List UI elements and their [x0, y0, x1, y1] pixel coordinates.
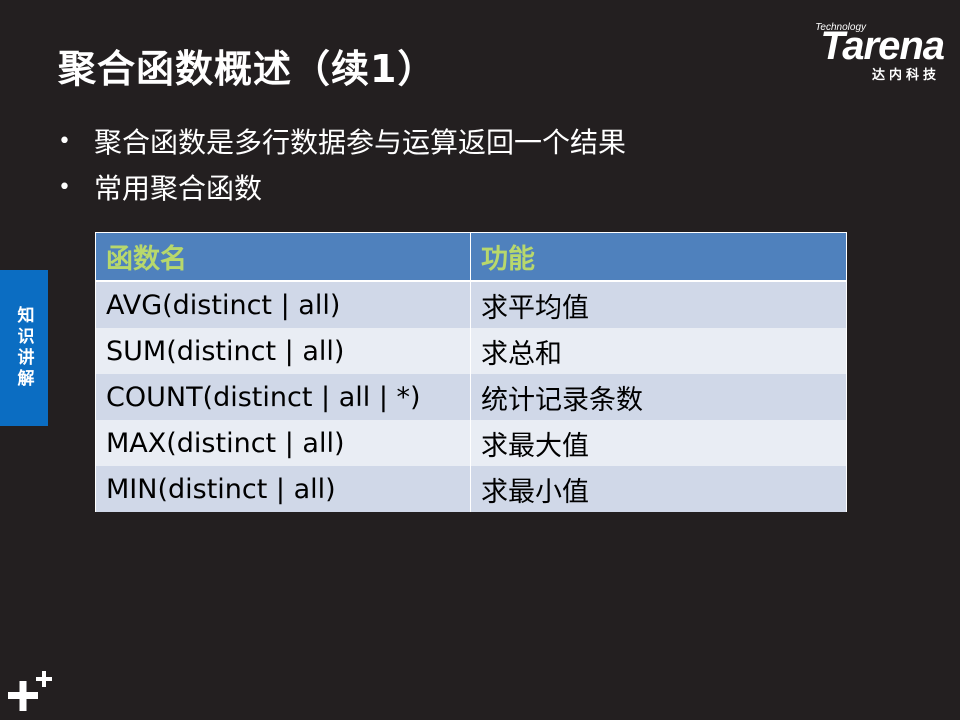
- table-row: MIN(distinct | all) 求最小值: [95, 466, 847, 512]
- logo-chinese-text: 达内科技: [871, 68, 940, 83]
- header-function-purpose: 功能: [470, 232, 847, 282]
- side-tab-knowledge: 知识讲解: [0, 270, 48, 426]
- slide: 聚合函数概述（续1） Technology Tarena 达内科技 • 聚合函数…: [0, 0, 960, 720]
- cell-function-purpose: 求平均值: [470, 281, 847, 328]
- table-row: MAX(distinct | all) 求最大值: [95, 420, 847, 466]
- cell-function-name: MIN(distinct | all): [95, 466, 471, 512]
- table-row: COUNT(distinct | all | *) 统计记录条数: [95, 374, 847, 420]
- table-row: AVG(distinct | all) 求平均值: [95, 281, 847, 328]
- side-tab-label: 知识讲解: [13, 306, 34, 390]
- logo-brand-text: Tarena: [820, 24, 945, 68]
- bullet-item: • 聚合函数是多行数据参与运算返回一个结果: [58, 118, 626, 164]
- aggregate-function-table: 函数名 功能 AVG(distinct | all) 求平均值 SUM(dist…: [95, 232, 847, 512]
- slide-title: 聚合函数概述（续1）: [58, 47, 437, 91]
- table-header-row: 函数名 功能: [95, 232, 847, 282]
- cell-function-purpose: 求最大值: [470, 420, 847, 466]
- bullet-text: 常用聚合函数: [94, 172, 263, 205]
- cell-function-purpose: 求总和: [470, 328, 847, 374]
- header-function-name: 函数名: [95, 232, 471, 282]
- bullet-dot-icon: •: [58, 174, 71, 200]
- table-row: SUM(distinct | all) 求总和: [95, 328, 847, 374]
- cell-function-name: COUNT(distinct | all | *): [95, 374, 471, 420]
- cell-function-name: AVG(distinct | all): [95, 281, 471, 328]
- bullet-text: 聚合函数是多行数据参与运算返回一个结果: [94, 126, 627, 159]
- cell-function-name: SUM(distinct | all): [95, 328, 471, 374]
- cell-function-name: MAX(distinct | all): [95, 420, 471, 466]
- plus-plus-icon: [8, 671, 52, 711]
- tarena-logo: Technology Tarena 达内科技: [774, 22, 945, 83]
- cell-function-purpose: 求最小值: [470, 466, 847, 512]
- cell-function-purpose: 统计记录条数: [470, 374, 847, 420]
- bullet-list: • 聚合函数是多行数据参与运算返回一个结果 • 常用聚合函数: [58, 118, 626, 210]
- bullet-item: • 常用聚合函数: [58, 164, 626, 210]
- bullet-dot-icon: •: [58, 128, 71, 154]
